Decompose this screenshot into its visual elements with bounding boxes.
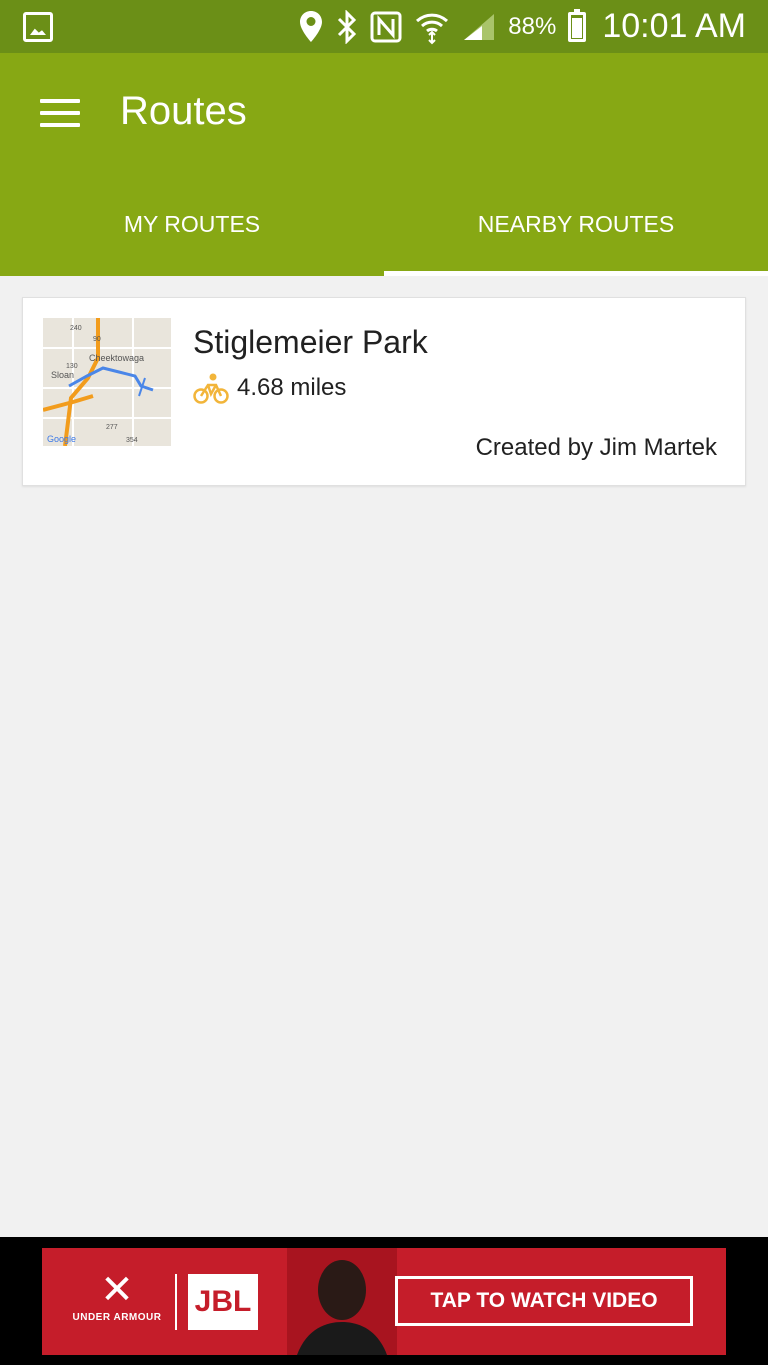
clock: 10:01 AM — [602, 7, 746, 45]
hamburger-menu-icon[interactable] — [40, 99, 80, 127]
app-bar: Routes MY ROUTES NEARBY ROUTES — [0, 53, 768, 276]
status-icons: 88% 10:01 AM — [298, 0, 746, 53]
location-icon — [300, 10, 323, 42]
route-distance-row: 4.68 miles — [193, 372, 346, 404]
ad-container: ✕ UNDER ARMOUR JBL TAP TO WATCH VIDEO — [0, 1237, 768, 1365]
route-creator: Created by Jim Martek — [475, 434, 717, 461]
battery-percent: 88% — [508, 12, 557, 40]
map-route-90: 90 — [93, 336, 101, 343]
map-town-label-1: Cheektowaga — [89, 353, 144, 363]
gallery-notification-icon — [23, 12, 53, 42]
status-bar: 88% 10:01 AM — [0, 0, 768, 53]
nfc-icon — [370, 11, 402, 42]
map-town-label-2: Sloan — [51, 370, 74, 380]
ad-divider — [175, 1274, 177, 1330]
bicycle-icon — [193, 373, 229, 404]
signal-icon — [464, 13, 495, 40]
tab-my-routes[interactable]: MY ROUTES — [0, 176, 384, 276]
map-route-354: 354 — [126, 437, 138, 444]
route-card[interactable]: Cheektowaga Sloan 240 90 130 277 354 Goo… — [22, 297, 746, 486]
bluetooth-icon — [338, 9, 357, 44]
map-route-240: 240 — [70, 325, 82, 332]
map-attribution: Google — [47, 434, 76, 444]
battery-icon — [568, 8, 587, 42]
map-route-130: 130 — [66, 363, 78, 370]
route-map-thumbnail: Cheektowaga Sloan 240 90 130 277 354 Goo… — [43, 318, 171, 446]
map-route-277: 277 — [106, 424, 118, 431]
watch-video-button[interactable]: TAP TO WATCH VIDEO — [395, 1276, 693, 1326]
page-title: Routes — [120, 89, 247, 133]
ad-brand-1: UNDER ARMOUR — [72, 1312, 162, 1323]
ad-person-image — [287, 1248, 397, 1355]
route-name: Stiglemeier Park — [193, 324, 428, 360]
ad-banner[interactable]: ✕ UNDER ARMOUR JBL TAP TO WATCH VIDEO — [42, 1248, 726, 1355]
under-armour-logo: ✕ UNDER ARMOUR — [62, 1268, 172, 1338]
route-distance: 4.68 miles — [237, 374, 347, 401]
wifi-icon — [416, 13, 449, 44]
tab-bar: MY ROUTES NEARBY ROUTES — [0, 176, 768, 276]
tab-nearby-routes[interactable]: NEARBY ROUTES — [384, 176, 768, 276]
jbl-logo: JBL — [188, 1274, 258, 1330]
